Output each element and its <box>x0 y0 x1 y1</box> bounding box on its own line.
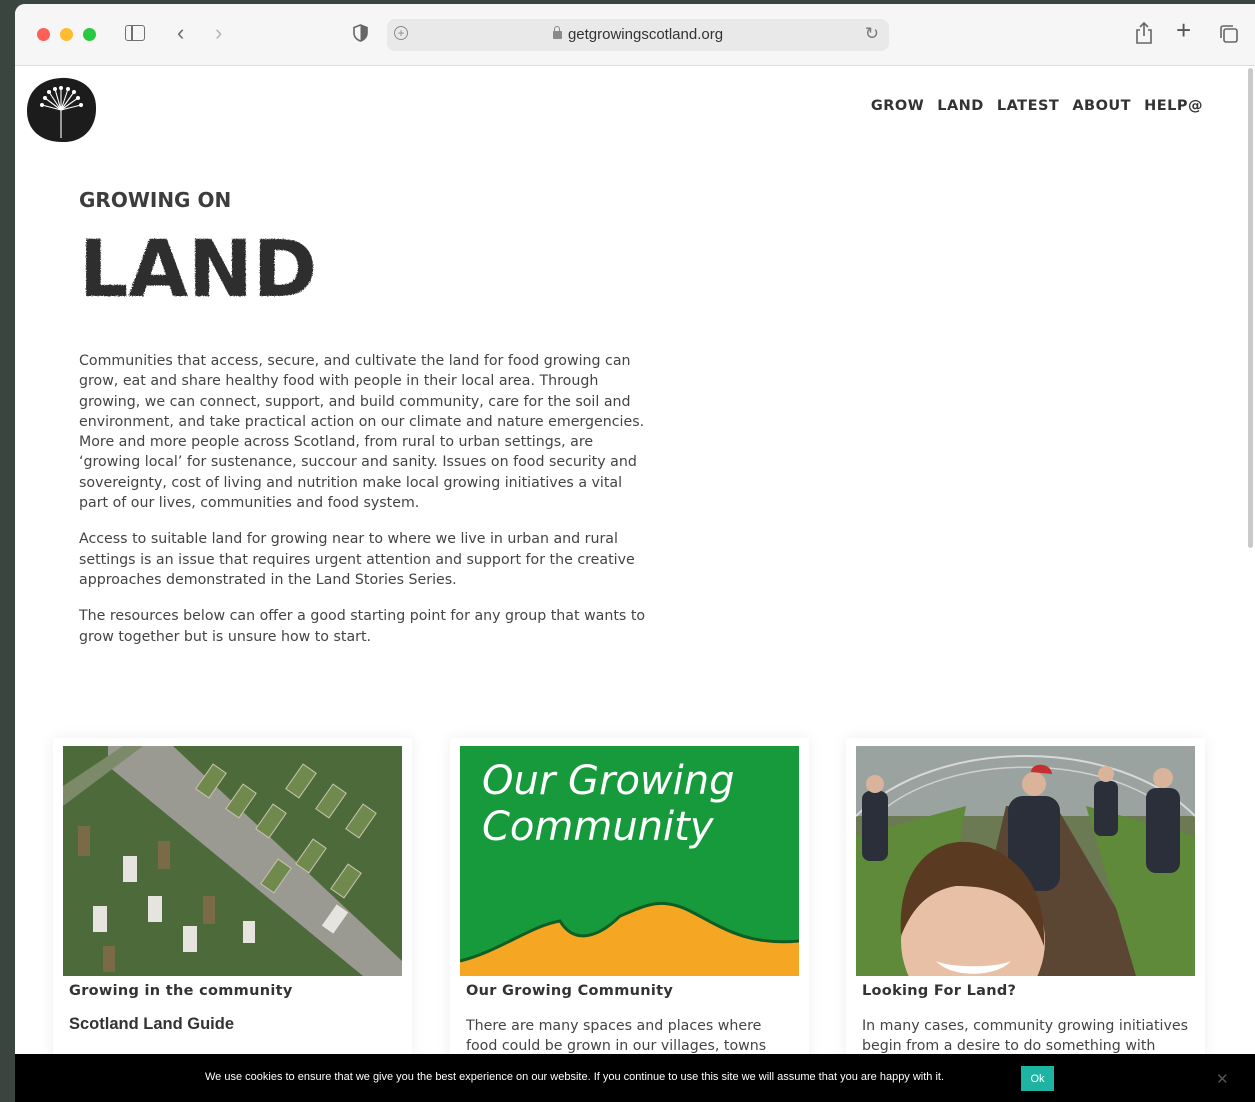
share-icon[interactable] <box>1135 22 1153 44</box>
sidebar-toggle-icon[interactable] <box>125 25 145 41</box>
cookie-ok-button[interactable]: Ok <box>1021 1066 1054 1091</box>
nav-item-grow[interactable]: GROW <box>871 98 924 114</box>
intro-paragraph: The resources below can offer a good sta… <box>79 608 646 645</box>
card-looking-for-land[interactable]: Looking For Land? In many cases, communi… <box>846 738 1205 1078</box>
cookie-message: We use cookies to ensure that we give yo… <box>205 1071 945 1083</box>
nav-item-about[interactable]: ABOUT <box>1072 98 1131 114</box>
page-title: LAND <box>79 226 317 306</box>
address-bar[interactable]: + getgrowingscotland.org ↻ <box>387 19 889 51</box>
polytunnel-group-photo[interactable] <box>856 746 1195 976</box>
cookie-close-icon[interactable]: ✕ <box>1216 1070 1229 1088</box>
page-title-text: LAND <box>79 226 317 306</box>
nav-item-latest[interactable]: LATEST <box>997 98 1059 114</box>
image-text-line1: Our Growing <box>482 758 734 804</box>
nav-item-help[interactable]: HELP@ <box>1144 98 1203 114</box>
card-category[interactable]: Our Growing Community <box>466 983 673 999</box>
card-category[interactable]: Looking For Land? <box>862 983 1016 999</box>
browser-toolbar: ‹ › + getgrowingscotland.org ↻ + <box>15 4 1255 66</box>
minimize-window-button[interactable] <box>60 28 73 41</box>
privacy-shield-icon[interactable] <box>353 24 368 42</box>
cookie-banner: We use cookies to ensure that we give yo… <box>15 1054 1255 1102</box>
card-our-growing-community[interactable]: Our Growing Community Our Growing Commun… <box>450 738 809 1078</box>
card-excerpt: In many cases, community growing initiat… <box>862 1018 1188 1054</box>
url-display[interactable]: getgrowingscotland.org <box>387 26 889 43</box>
browser-window: ‹ › + getgrowingscotland.org ↻ + GROW LA… <box>15 4 1255 1102</box>
site-logo-dandelion-icon[interactable] <box>25 76 98 144</box>
card-category[interactable]: Growing in the community <box>69 983 293 999</box>
reload-icon[interactable]: ↻ <box>865 24 879 44</box>
card-subtitle[interactable]: Scotland Land Guide <box>69 1015 234 1034</box>
web-page: GROW LAND LATEST ABOUT HELP@ GROWING ON … <box>15 66 1255 1102</box>
tab-overview-icon[interactable] <box>1219 24 1239 44</box>
image-text-line2: Community <box>482 804 715 850</box>
url-text: getgrowingscotland.org <box>567 26 724 43</box>
lock-icon <box>552 26 562 39</box>
intro-paragraph: Communities that access, secure, and cul… <box>79 353 645 512</box>
page-kicker: GROWING ON <box>79 188 232 212</box>
main-nav: GROW LAND LATEST ABOUT HELP@ <box>871 98 1203 114</box>
close-window-button[interactable] <box>37 28 50 41</box>
zoom-window-button[interactable] <box>83 28 96 41</box>
intro-text: Communities that access, secure, and cul… <box>79 351 654 663</box>
new-tab-icon[interactable]: + <box>1176 17 1191 43</box>
nav-item-land[interactable]: LAND <box>937 98 984 114</box>
card-growing-in-community[interactable]: Growing in the community Scotland Land G… <box>53 738 412 1078</box>
our-growing-community-image[interactable]: Our Growing Community <box>460 746 799 976</box>
page-scrollbar[interactable] <box>1248 68 1253 548</box>
forward-icon[interactable]: › <box>215 22 222 44</box>
back-icon[interactable]: ‹ <box>177 22 184 44</box>
intro-paragraph: Access to suitable land for growing near… <box>79 531 635 588</box>
allotment-aerial-image[interactable] <box>63 746 402 976</box>
